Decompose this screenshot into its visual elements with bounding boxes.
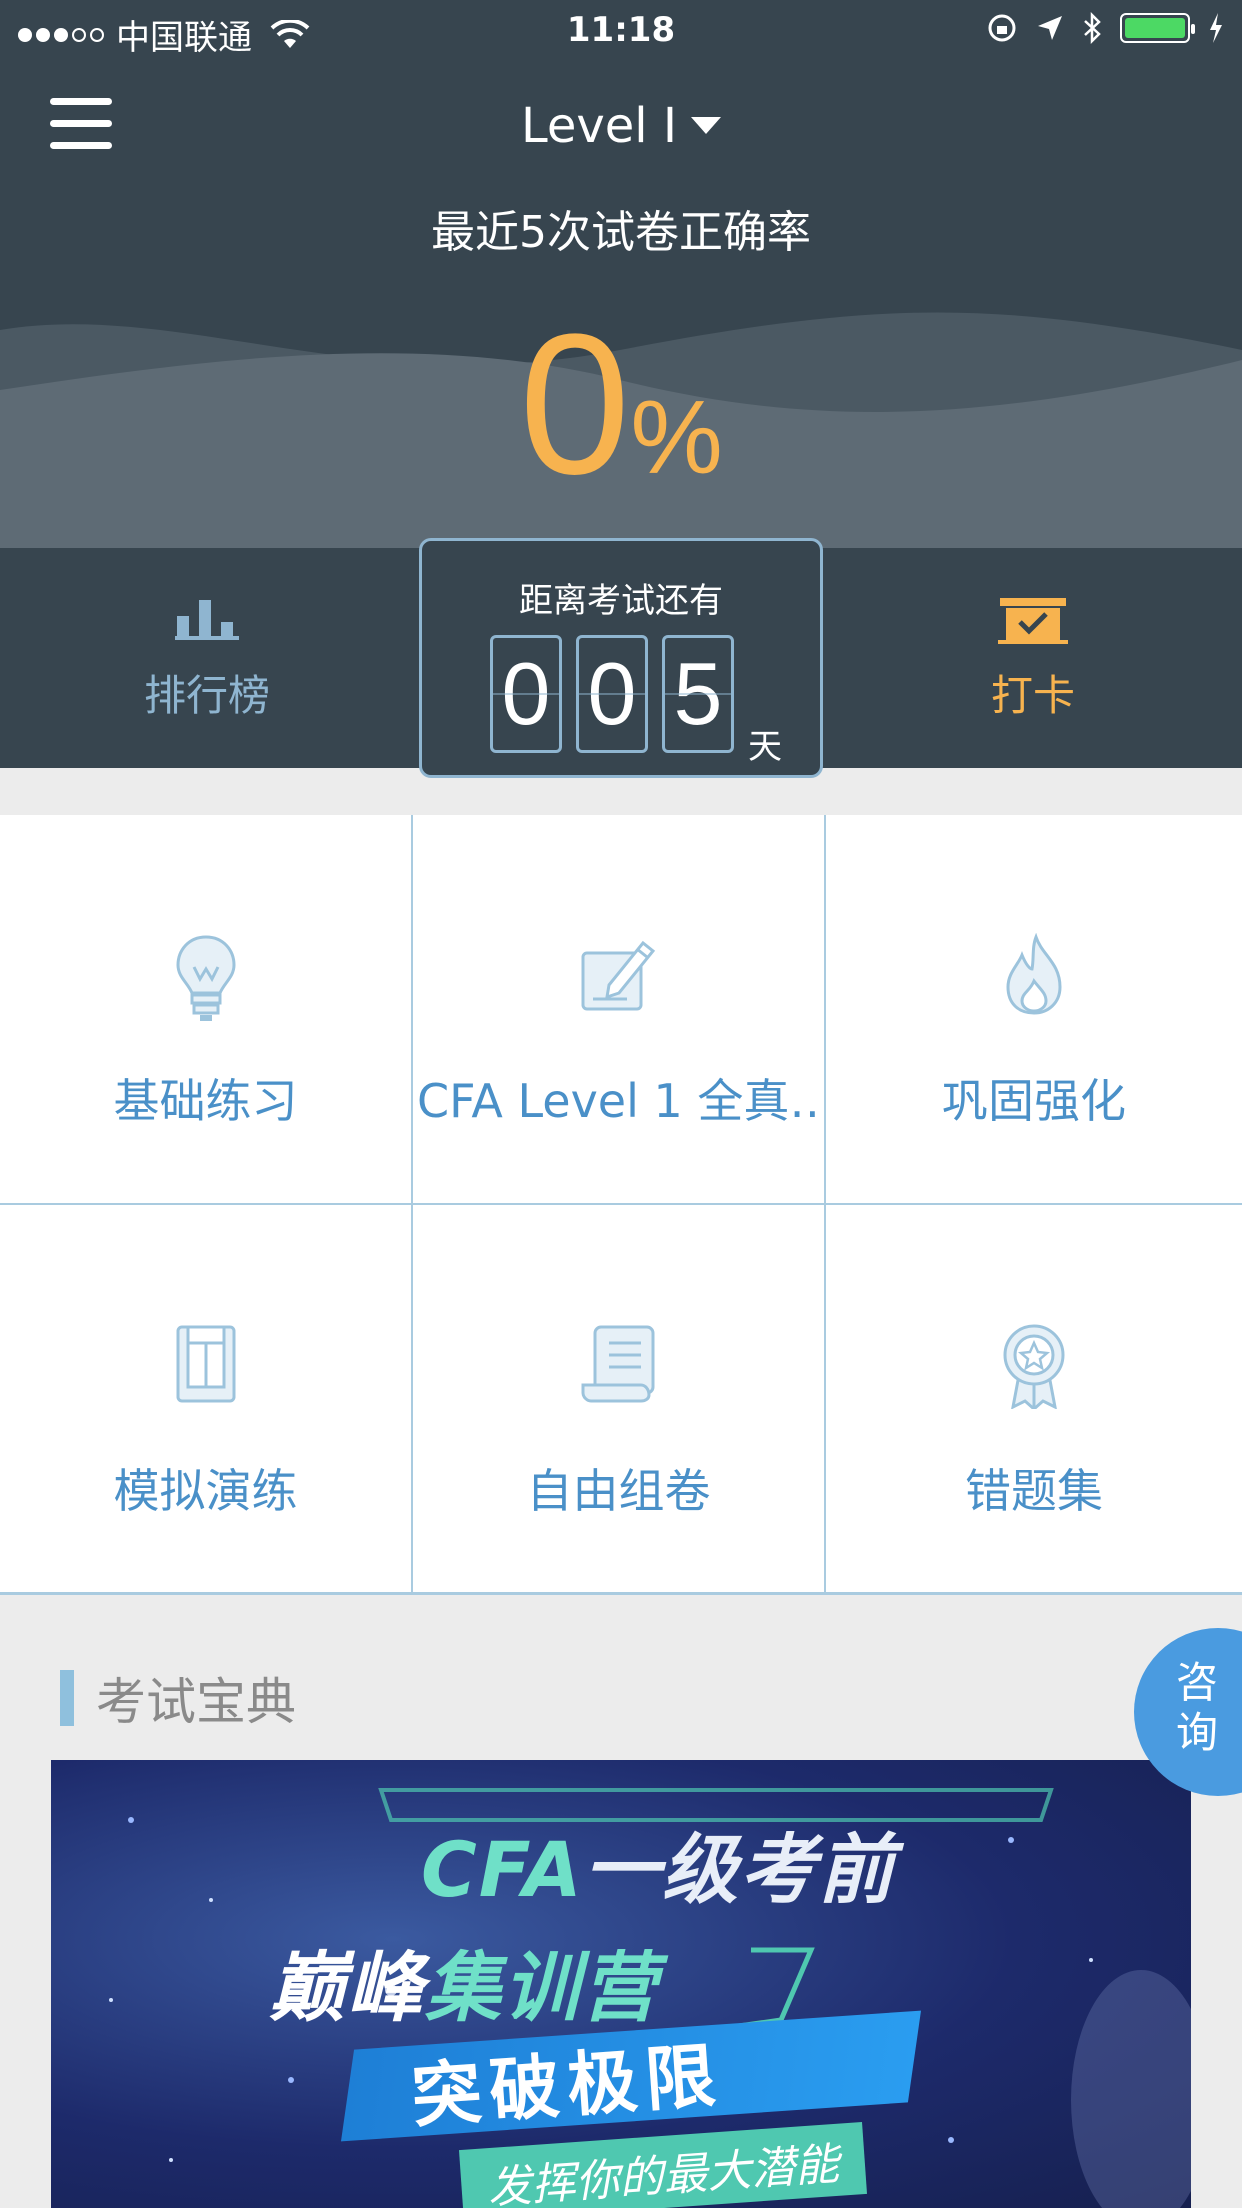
document-icon <box>581 1325 654 1403</box>
accuracy-subtitle: 最近5次试卷正确率 <box>431 207 811 258</box>
ranking-label: 排行榜 <box>143 671 270 720</box>
banner-camp: 集训营 <box>425 1943 659 2032</box>
feature-cfa-level1-mock[interactable]: CFA Level 1 全真… <box>413 815 826 1205</box>
countdown-label: 距离考试还有 <box>519 581 723 621</box>
accuracy-display: 0% <box>0 305 1242 505</box>
exam-countdown: 距离考试还有 0 0 5 天 <box>419 538 823 778</box>
section-title: 考试宝典 <box>96 1673 296 1731</box>
section-accent-bar <box>60 1670 74 1726</box>
feature-wrong-questions[interactable]: 错题集 <box>826 1205 1242 1595</box>
accuracy-value: 0 <box>519 293 631 516</box>
banner-peak: 巅峰 <box>269 1943 425 2032</box>
section-header: 考试宝典 <box>60 1662 296 1734</box>
ranking-button[interactable]: 排行榜 <box>107 596 307 723</box>
caret-down-icon <box>691 116 722 134</box>
level-selector[interactable]: Level I <box>0 98 1242 154</box>
feature-custom-paper[interactable]: 自由组卷 <box>413 1205 826 1595</box>
feature-label: CFA Level 1 全真… <box>417 1074 824 1128</box>
edit-icon <box>581 940 655 1011</box>
book-icon <box>176 1325 235 1403</box>
charging-icon <box>1210 13 1222 43</box>
promo-banner[interactable]: CFA一级考前 巅峰集训营 突破极限 发挥你的最大潜能 <box>51 1760 1191 2208</box>
consult-label-2: 询 <box>1176 1708 1219 1757</box>
feature-label: 巩固强化 <box>942 1074 1126 1128</box>
feature-label: 基础练习 <box>113 1074 298 1128</box>
bar-chart-icon <box>175 600 239 640</box>
battery-icon <box>1120 13 1195 43</box>
bluetooth-icon <box>1084 12 1101 44</box>
banner-headline-2: 巅峰集训营 <box>269 1926 659 2036</box>
feature-simulation[interactable]: 模拟演练 <box>0 1205 413 1595</box>
feature-label: 自由组卷 <box>526 1464 711 1518</box>
lightbulb-icon <box>175 935 236 1021</box>
banner-headline-1: CFA一级考前 <box>421 1808 896 1918</box>
feature-label: 模拟演练 <box>113 1464 298 1518</box>
countdown-digit: 5 <box>662 635 734 753</box>
feature-basic-practice[interactable]: 基础练习 <box>0 815 413 1205</box>
consult-label-1: 咨 <box>1176 1658 1219 1707</box>
checkin-button[interactable]: 打卡 <box>933 596 1133 723</box>
location-icon <box>1038 16 1062 40</box>
status-icons <box>986 12 1224 44</box>
banner-exam-prep: 一级考前 <box>583 1825 896 1914</box>
level-label: Level I <box>520 98 678 154</box>
checkin-label: 打卡 <box>990 671 1075 720</box>
checkin-box-icon <box>998 598 1068 644</box>
feature-label: 错题集 <box>965 1464 1103 1518</box>
feature-grid: 基础练习 CFA Level 1 全真… 巩固强化 模拟演练 自由组卷 错题集 <box>0 815 1242 1595</box>
status-bar: 中国联通 11:18 <box>0 0 1242 62</box>
flame-icon <box>1006 933 1062 1015</box>
countdown-digit: 0 <box>576 635 648 753</box>
countdown-digits: 0 0 5 <box>490 635 734 753</box>
accuracy-symbol: % <box>630 380 723 496</box>
banner-cfa: CFA <box>421 1825 584 1914</box>
countdown-digit: 0 <box>490 635 562 753</box>
badge-icon <box>1003 1324 1065 1409</box>
countdown-unit: 天 <box>748 727 782 767</box>
feature-consolidation[interactable]: 巩固强化 <box>826 815 1242 1205</box>
rotation-lock-icon <box>988 14 1016 42</box>
